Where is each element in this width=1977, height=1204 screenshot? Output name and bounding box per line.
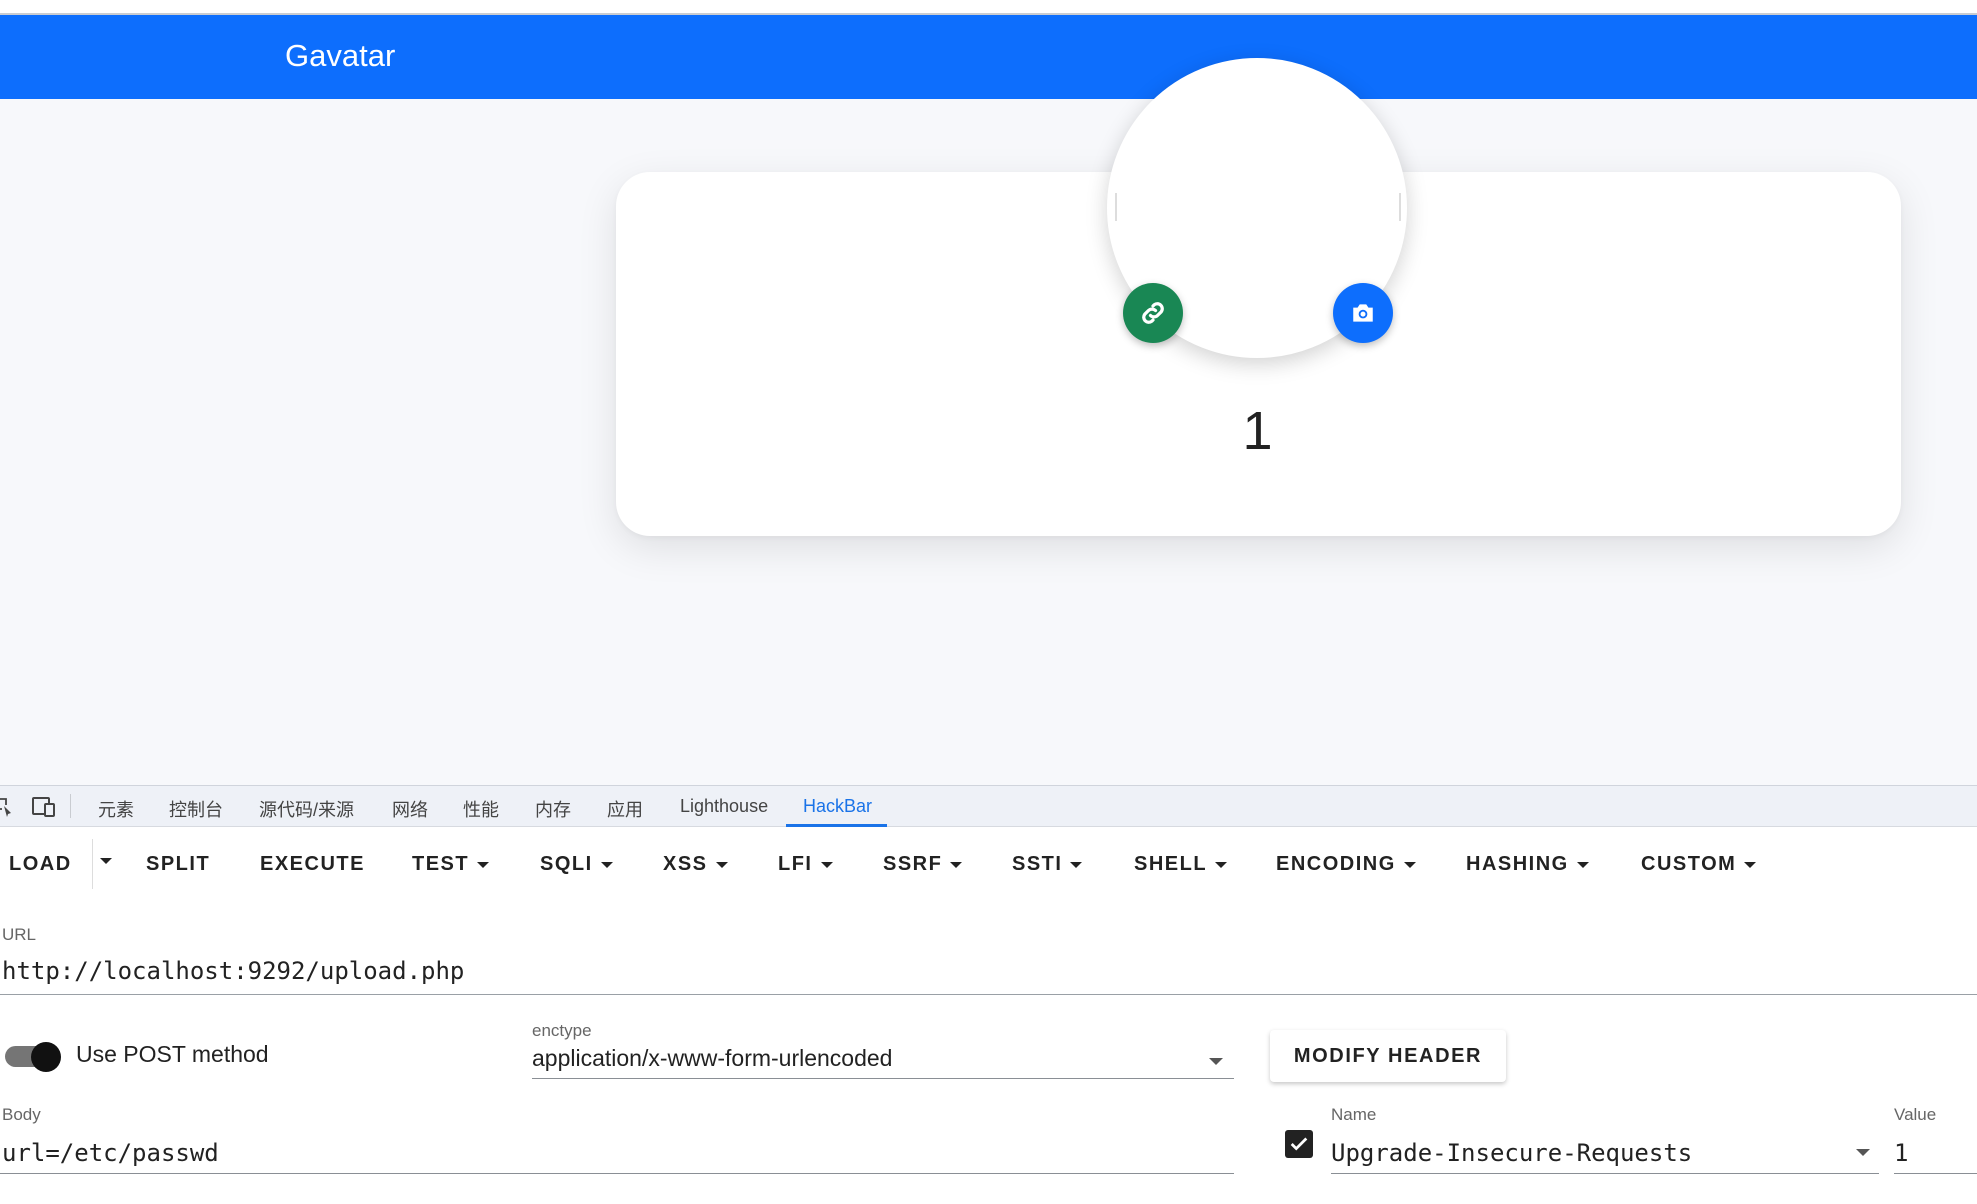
device-toolbar-icon[interactable] xyxy=(31,796,57,818)
modify-header-label: MODIFY HEADER xyxy=(1293,1044,1483,1067)
camera-icon xyxy=(1353,304,1373,322)
enctype-underline xyxy=(532,1078,1234,1079)
body-underline xyxy=(0,1173,1234,1174)
encoding-menu-button[interactable]: ENCODING xyxy=(1276,853,1416,876)
tab-sources[interactable]: 源代码/来源 xyxy=(259,796,354,822)
encoding-label: ENCODING xyxy=(1276,853,1396,875)
tab-hackbar[interactable]: HackBar xyxy=(803,796,872,817)
sqli-menu-button[interactable]: SQLI xyxy=(540,853,613,876)
header-name-label: Name xyxy=(1331,1105,1377,1124)
caret-down-icon xyxy=(477,861,490,868)
caret-down-icon xyxy=(820,861,833,868)
url-input[interactable]: http://localhost:9292/upload.php xyxy=(2,957,464,985)
hashing-label: HASHING xyxy=(1466,853,1569,875)
header-name-underline xyxy=(1331,1173,1879,1174)
tab-separator xyxy=(70,794,71,818)
ssti-label: SSTI xyxy=(1012,853,1063,875)
link-button[interactable] xyxy=(1123,283,1183,343)
devtools-tab-bar: 元素 控制台 源代码/来源 网络 性能 内存 应用 Lighthouse Hac… xyxy=(0,785,1977,827)
header-value-underline xyxy=(1894,1173,1977,1174)
split-button[interactable]: SPLIT xyxy=(146,853,210,876)
header-value-label: Value xyxy=(1894,1105,1937,1124)
site-navbar: Gavatar xyxy=(0,15,1977,99)
execute-label: EXECUTE xyxy=(260,853,365,875)
lfi-label: LFI xyxy=(778,853,813,875)
header-name-input[interactable]: Upgrade-Insecure-Requests xyxy=(1331,1139,1692,1167)
url-label: URL xyxy=(2,925,37,944)
caret-down-icon xyxy=(950,861,963,868)
shell-label: SHELL xyxy=(1134,853,1208,875)
chevron-down-icon[interactable] xyxy=(1856,1149,1870,1156)
post-method-label: Use POST method xyxy=(76,1041,269,1067)
profile-username: 1 xyxy=(1242,401,1273,461)
tab-performance[interactable]: 性能 xyxy=(463,796,499,822)
xss-label: XSS xyxy=(663,853,708,875)
shell-menu-button[interactable]: SHELL xyxy=(1134,853,1228,876)
site-brand[interactable]: Gavatar xyxy=(285,38,395,74)
header-value-input[interactable]: 1 xyxy=(1894,1139,1908,1167)
sqli-label: SQLI xyxy=(540,853,593,875)
caret-down-icon xyxy=(1744,861,1757,868)
caret-down-icon xyxy=(1070,861,1083,868)
check-icon xyxy=(1290,1137,1308,1151)
body-label: Body xyxy=(2,1105,41,1124)
body-input[interactable]: url=/etc/passwd xyxy=(2,1139,219,1167)
chevron-down-icon[interactable] xyxy=(1209,1058,1223,1065)
load-button[interactable]: LOAD xyxy=(9,853,72,876)
caret-down-icon xyxy=(1576,861,1589,868)
test-menu-button[interactable]: TEST xyxy=(412,853,490,876)
post-method-toggle-knob[interactable] xyxy=(31,1042,61,1072)
execute-button[interactable]: EXECUTE xyxy=(260,853,365,876)
caret-down-icon xyxy=(1403,861,1416,868)
custom-label: CUSTOM xyxy=(1641,853,1737,875)
load-separator xyxy=(92,839,93,889)
custom-menu-button[interactable]: CUSTOM xyxy=(1641,853,1757,876)
caret-down-icon xyxy=(600,861,613,868)
xss-menu-button[interactable]: XSS xyxy=(663,853,728,876)
header-enabled-checkbox[interactable] xyxy=(1285,1130,1313,1158)
tab-memory[interactable]: 内存 xyxy=(535,796,571,822)
url-underline xyxy=(0,994,1977,995)
test-label: TEST xyxy=(412,853,470,875)
tab-elements[interactable]: 元素 xyxy=(98,796,134,822)
caret-down-icon xyxy=(1215,861,1228,868)
camera-button[interactable] xyxy=(1333,283,1393,343)
load-label: LOAD xyxy=(9,853,72,875)
hackbar-panel: LOAD SPLIT EXECUTE TEST SQLI XSS LFI SSR… xyxy=(0,827,1977,1204)
tab-network[interactable]: 网络 xyxy=(392,796,428,822)
enctype-select[interactable]: application/x-www-form-urlencoded xyxy=(532,1045,892,1072)
lfi-menu-button[interactable]: LFI xyxy=(778,853,833,876)
caret-down-icon xyxy=(715,861,728,868)
ssti-menu-button[interactable]: SSTI xyxy=(1012,853,1083,876)
browser-top-edge xyxy=(0,0,1977,15)
tab-application[interactable]: 应用 xyxy=(607,796,643,822)
link-icon xyxy=(1142,302,1164,324)
inspect-icon[interactable] xyxy=(0,796,14,818)
load-dropdown-button[interactable] xyxy=(100,858,112,864)
tab-console[interactable]: 控制台 xyxy=(169,796,223,822)
tab-lighthouse[interactable]: Lighthouse xyxy=(680,796,768,817)
ssrf-label: SSRF xyxy=(883,853,943,875)
hashing-menu-button[interactable]: HASHING xyxy=(1466,853,1589,876)
ssrf-menu-button[interactable]: SSRF xyxy=(883,853,963,876)
caret-down-icon xyxy=(100,858,112,864)
modify-header-button[interactable]: MODIFY HEADER xyxy=(1270,1030,1506,1082)
avatar-image xyxy=(1115,193,1401,221)
enctype-label: enctype xyxy=(532,1021,592,1040)
split-label: SPLIT xyxy=(146,853,211,875)
